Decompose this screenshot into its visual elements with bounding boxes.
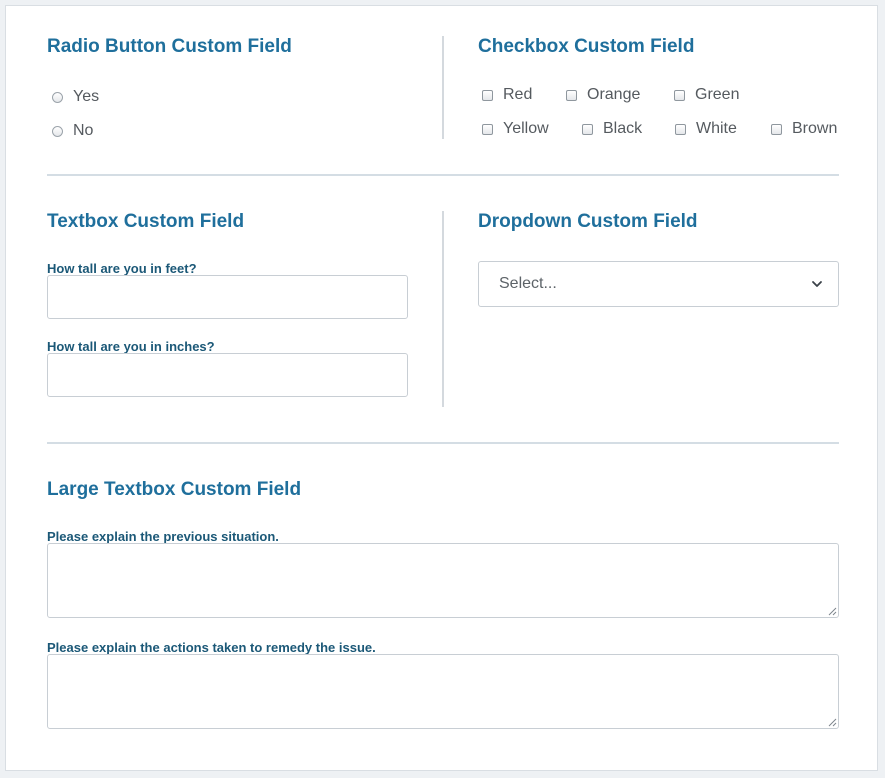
checkbox[interactable]	[582, 123, 593, 135]
section-divider	[47, 442, 839, 444]
inches-input[interactable]	[47, 353, 408, 397]
previous-situation-label: Please explain the previous situation.	[47, 529, 279, 544]
checkbox-option-white[interactable]: White	[675, 120, 737, 138]
radio-option-label: No	[73, 122, 94, 139]
checkbox-option-yellow[interactable]: Yellow	[482, 120, 549, 138]
checkbox-option-red[interactable]: Red	[482, 86, 532, 104]
checkbox[interactable]	[771, 123, 782, 135]
checkbox-option-label: Yellow	[503, 120, 549, 137]
checkbox-section-title: Checkbox Custom Field	[478, 36, 695, 57]
checkbox[interactable]	[674, 89, 685, 101]
checkbox-option-label: Brown	[792, 120, 838, 137]
chevron-down-icon[interactable]	[810, 277, 824, 291]
dropdown-select[interactable]: Select...	[478, 261, 839, 307]
resize-grip-icon[interactable]	[827, 717, 837, 727]
resize-grip-icon[interactable]	[827, 606, 837, 616]
checkbox-option-label: Green	[695, 86, 740, 103]
checkbox-option-green[interactable]: Green	[674, 86, 739, 104]
remedy-actions-label: Please explain the actions taken to reme…	[47, 640, 376, 655]
textbox-section-title: Textbox Custom Field	[47, 211, 245, 232]
feet-input[interactable]	[47, 275, 408, 319]
radio-option-no[interactable]: No	[52, 122, 93, 140]
checkbox-option-label: Orange	[587, 86, 641, 103]
radio-option-yes[interactable]: Yes	[52, 88, 99, 106]
radio-section-title: Radio Button Custom Field	[47, 36, 292, 57]
radio-button[interactable]	[52, 91, 63, 103]
checkbox-option-brown[interactable]: Brown	[771, 120, 837, 138]
checkbox-option-label: Red	[503, 86, 533, 103]
feet-field-label: How tall are you in feet?	[47, 261, 197, 276]
column-divider	[442, 211, 444, 407]
dropdown-section-title: Dropdown Custom Field	[478, 211, 698, 232]
checkbox[interactable]	[675, 123, 686, 135]
inches-field-label: How tall are you in inches?	[47, 339, 215, 354]
radio-button[interactable]	[52, 125, 63, 137]
checkbox-option-label: White	[696, 120, 737, 137]
previous-situation-textarea[interactable]	[47, 543, 839, 618]
checkbox[interactable]	[566, 89, 577, 101]
section-divider	[47, 174, 839, 176]
checkbox-option-label: Black	[603, 120, 643, 137]
checkbox[interactable]	[482, 123, 493, 135]
radio-option-label: Yes	[73, 88, 100, 105]
dropdown-selected-value: Select...	[499, 275, 557, 292]
checkbox-option-orange[interactable]: Orange	[566, 86, 640, 104]
checkbox[interactable]	[482, 89, 493, 101]
large-textbox-section-title: Large Textbox Custom Field	[47, 479, 302, 500]
column-divider	[442, 36, 444, 139]
custom-fields-page: Radio Button Custom Field Yes No Checkbo…	[0, 0, 885, 778]
checkbox-option-black[interactable]: Black	[582, 120, 642, 138]
remedy-actions-textarea[interactable]	[47, 654, 839, 729]
